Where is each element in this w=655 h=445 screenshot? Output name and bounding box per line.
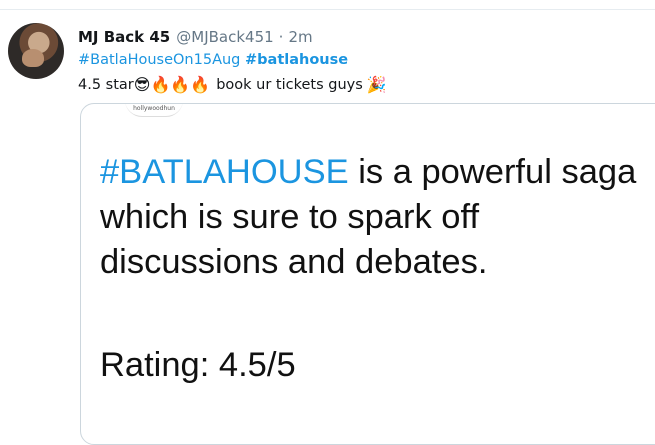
- timeline-divider: [0, 9, 655, 10]
- card-hashtag: #BATLAHOUSE: [100, 153, 349, 191]
- hashtag-batlahouse[interactable]: #batlahouse: [245, 52, 348, 68]
- fire-emoji-icon: 🔥: [190, 75, 211, 94]
- avatar[interactable]: [8, 23, 64, 79]
- sunglasses-emoji-icon: 😎: [133, 75, 151, 94]
- tweet-text-prefix: 4.5 star: [78, 77, 134, 93]
- display-name[interactable]: MJ Back 45: [78, 28, 170, 46]
- tweet-header: MJ Back 45 @MJBack451 · 2m: [78, 28, 313, 48]
- fire-emoji-icon: 🔥: [150, 75, 171, 94]
- tweet-timestamp[interactable]: 2m: [288, 28, 312, 46]
- separator-dot: ·: [278, 28, 284, 46]
- tweet-text: 4.5 star 😎 🔥 🔥 🔥 book ur tickets guys 🎉: [78, 76, 387, 94]
- party-popper-emoji-icon: 🎉: [366, 75, 387, 94]
- fire-emoji-icon: 🔥: [170, 75, 191, 94]
- tweet-hashtags: #BatlaHouseOn15Aug #batlahouse: [78, 52, 348, 68]
- media-logo: hollywoodhun: [125, 104, 183, 117]
- avatar-hand-graphic: [22, 49, 44, 67]
- hashtag-batlahouseon15aug[interactable]: #BatlaHouseOn15Aug: [78, 52, 240, 68]
- card-quote-text: #BATLAHOUSE is a powerful saga which is …: [100, 150, 655, 285]
- card-rating: Rating: 4.5/5: [100, 346, 296, 384]
- user-handle[interactable]: @MJBack451: [176, 28, 273, 46]
- embedded-media-card[interactable]: hollywoodhun #BATLAHOUSE is a powerful s…: [80, 103, 655, 445]
- tweet-text-suffix: book ur tickets guys: [216, 77, 363, 93]
